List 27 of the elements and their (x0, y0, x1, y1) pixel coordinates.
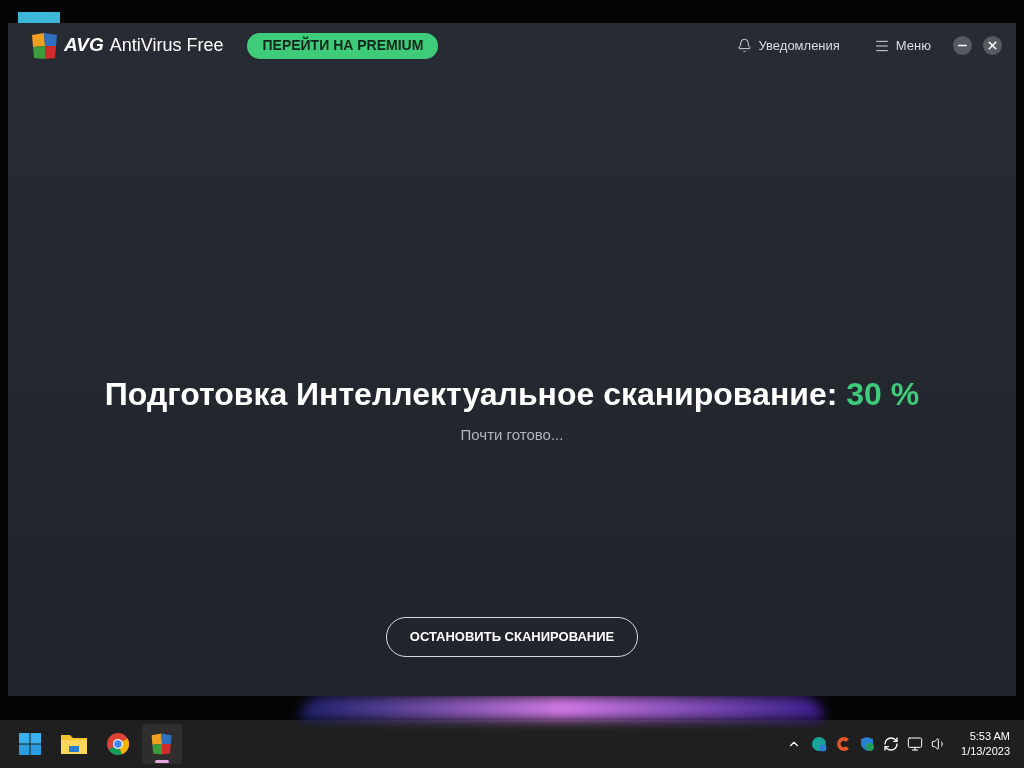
clock-date: 1/13/2023 (961, 744, 1010, 759)
folder-icon (60, 732, 88, 756)
clock[interactable]: 5:53 AM 1/13/2023 (961, 729, 1010, 759)
notifications-button[interactable]: Уведомления (736, 35, 840, 56)
network-icon[interactable] (907, 736, 924, 752)
scan-title: Подготовка Интеллектуальное сканирование: 30 % (104, 375, 920, 414)
close-icon (986, 39, 999, 52)
brand-name: AVG (64, 33, 104, 58)
menu-button[interactable]: Меню (873, 35, 931, 56)
minimize-button[interactable] (953, 36, 972, 55)
active-indicator (155, 760, 169, 763)
product-name: AntiVirus Free (109, 34, 224, 57)
premium-button[interactable]: ПЕРЕЙТИ НА PREMIUM (247, 32, 439, 59)
taskbar-app[interactable] (142, 724, 182, 764)
scan-status: Почти готово... (460, 425, 564, 445)
avg-logo-icon (150, 732, 174, 756)
sync-icon[interactable] (883, 736, 900, 752)
desktop-icon[interactable] (18, 12, 60, 24)
bell-icon (736, 38, 752, 53)
avg-logo-icon (30, 30, 60, 61)
chrome-icon (106, 732, 130, 756)
security-app-icon[interactable] (811, 736, 828, 752)
clock-time: 5:53 AM (969, 729, 1010, 744)
cleaner-app-icon[interactable] (835, 736, 852, 752)
windows-logo-icon (18, 732, 42, 756)
shield-check-icon[interactable] (859, 736, 876, 752)
close-button[interactable] (983, 36, 1002, 55)
